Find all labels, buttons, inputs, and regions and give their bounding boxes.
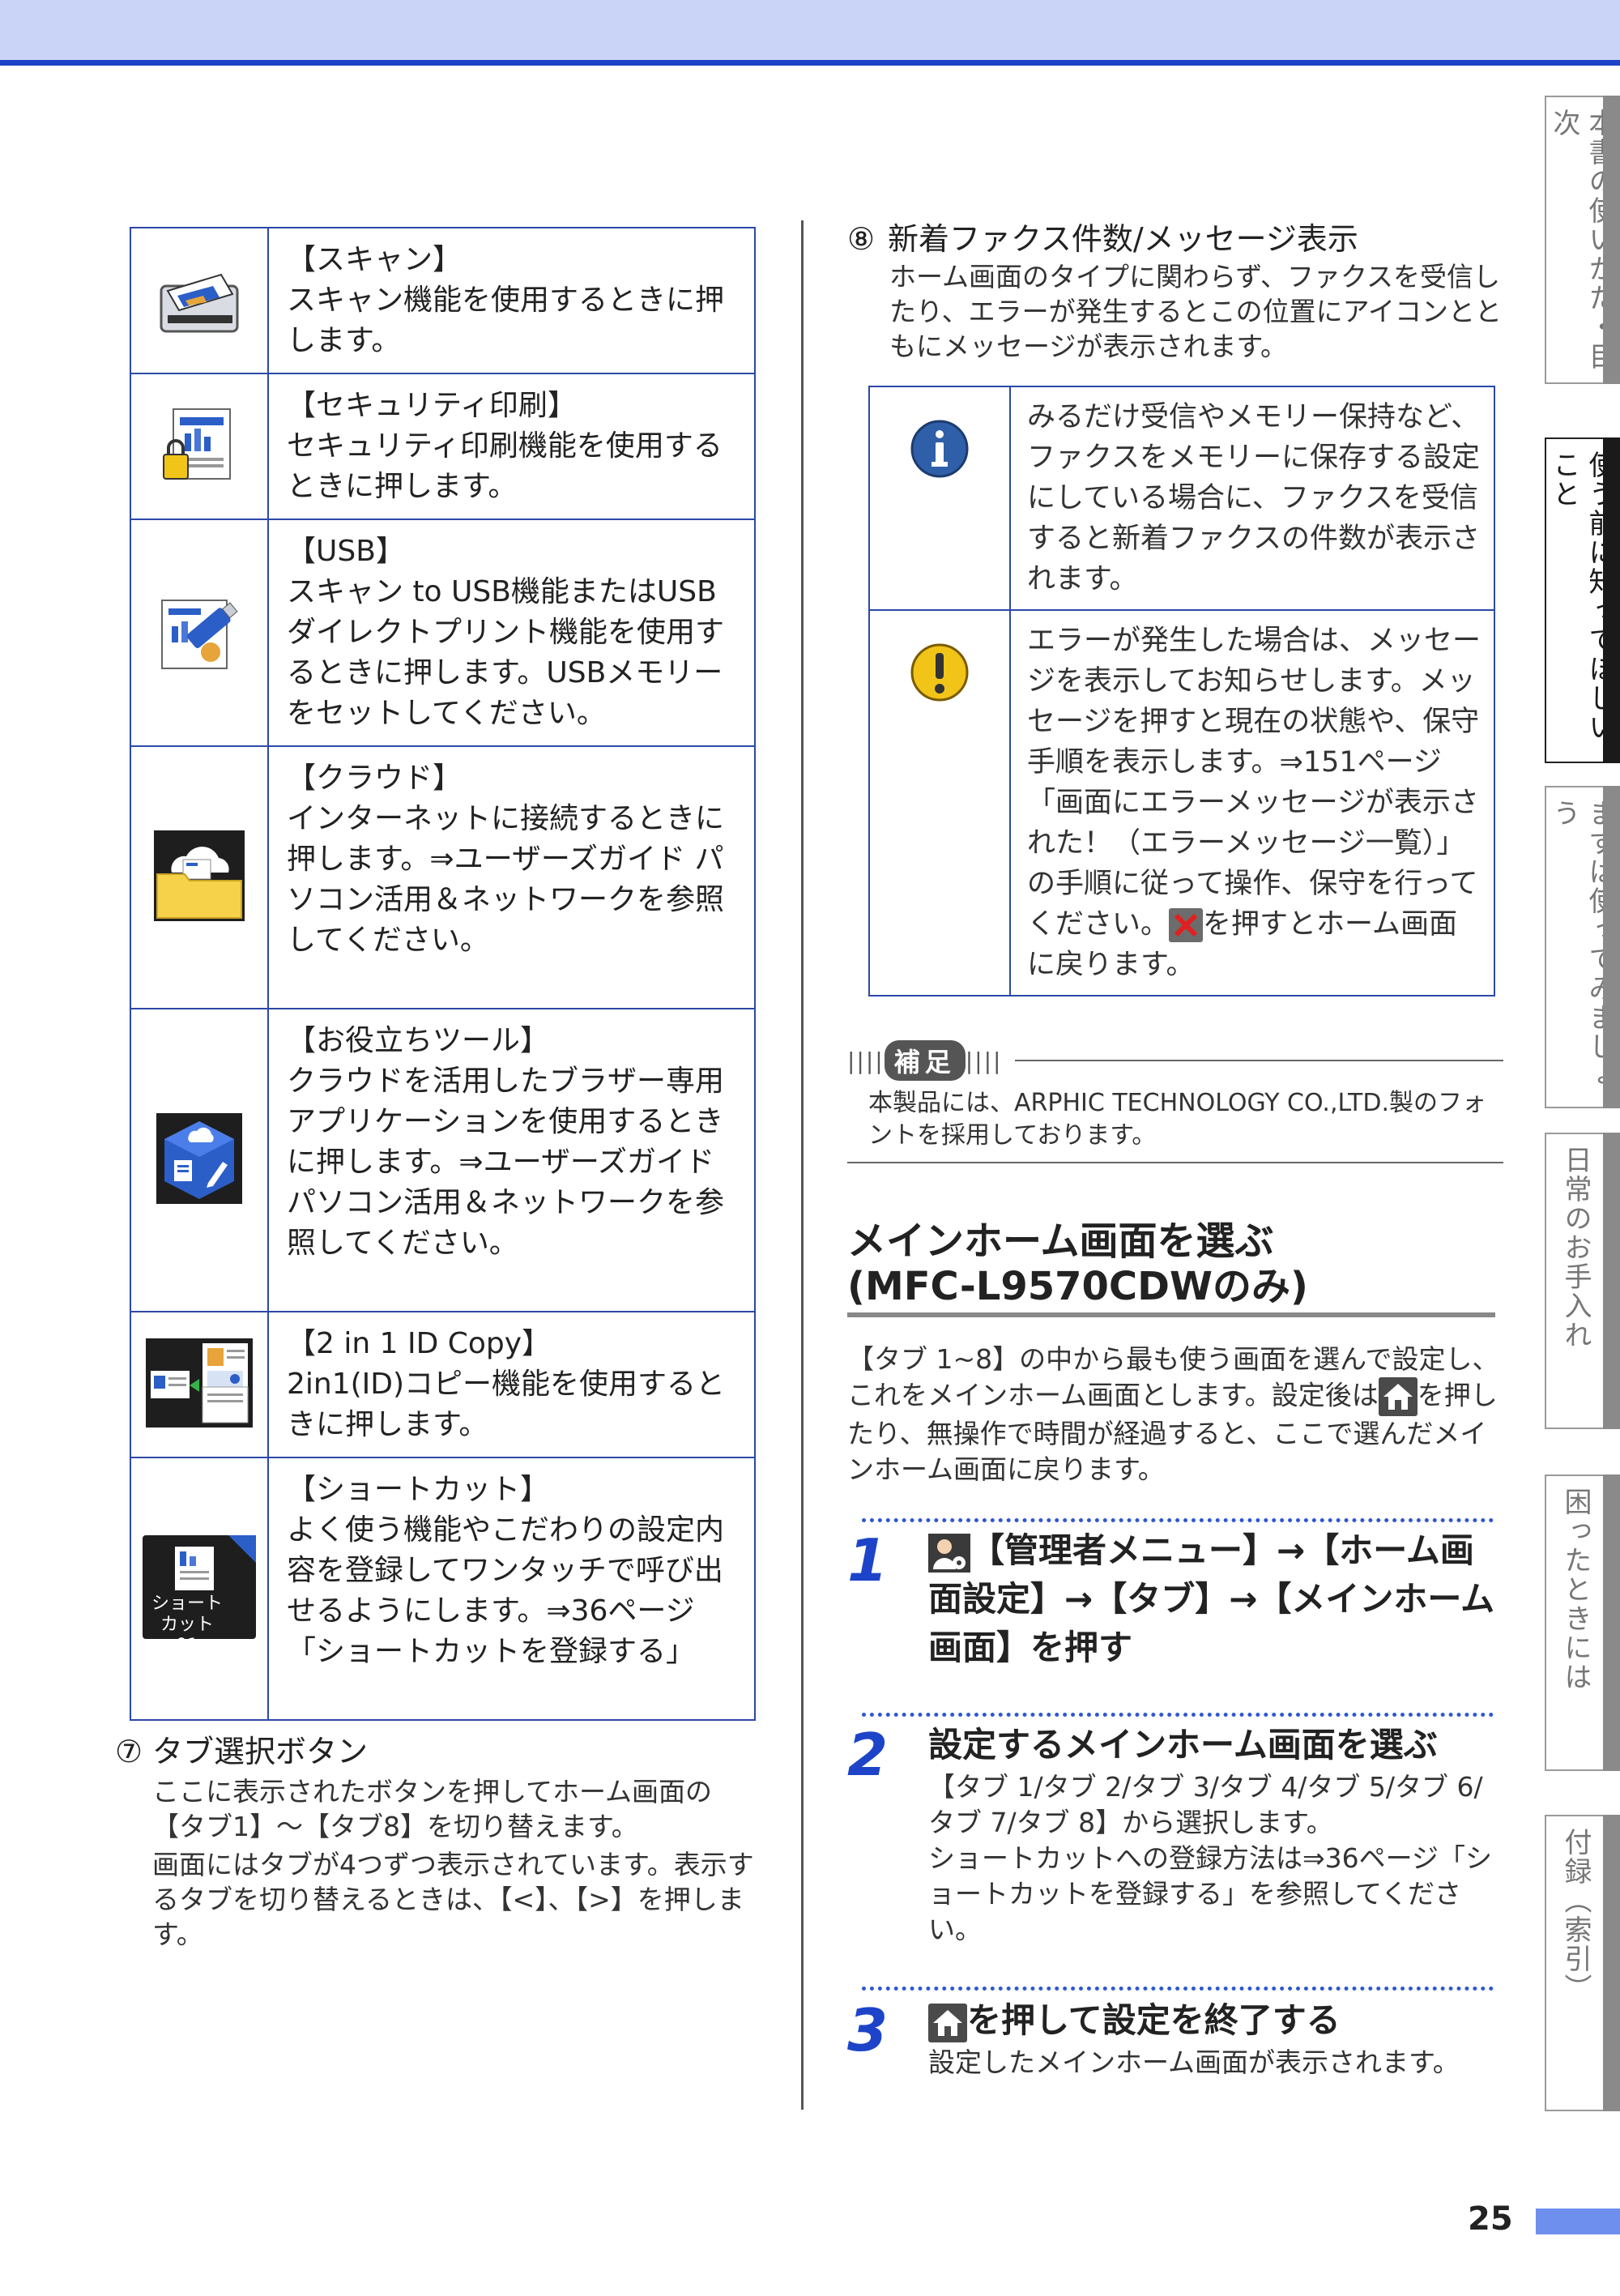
step-number: 2 [847,1721,889,1789]
id-copy-icon [146,1338,253,1428]
home-icon [928,2003,967,2042]
info-desc: みるだけ受信やメモリー保持など、ファクスをメモリーに保存する設定にしている場合に… [1009,386,1495,611]
side-tab-maintenance[interactable]: 日常のお手入れ [1545,1133,1620,1429]
page-number: 25 [1468,2200,1513,2238]
side-tab-contents[interactable]: 本書の使いかた・目次 [1545,96,1620,384]
item-7-title: タブ選択ボタン [152,1734,369,1769]
admin-settings-icon [928,1533,970,1573]
page-number-bar [1536,2209,1620,2234]
step-2-body-2: ショートカットへの登録方法は⇒36ページ「ショートカットを登録する」を参照してく… [928,1842,1492,1945]
section-title: メインホーム画面を選ぶ (MFC-L9570CDWのみ) [847,1218,1495,1309]
step-2: 2 設定するメインホーム画面を選ぶ 【タブ 1/タブ 2/タブ 3/タブ 4/タ… [847,1721,1503,1948]
warning-icon [910,643,969,702]
note-label: 補足 [884,1040,966,1081]
table-row: 【お役立ちツール】 クラウドを活用したブラザー専用アプリケーションを使用するとき… [130,1008,756,1312]
step-3-body: 設定したメインホーム画面が表示されます。 [928,2046,1460,2078]
item-7-para-2: 画面にはタブが4つずつ表示されています。表示するタブを切り替えるときは、【<】、… [152,1849,754,1950]
secure-print-title: 【セキュリティ印刷】 [287,389,577,422]
id-copy-desc: 2in1(ID)コピー機能を使用するときに押します。 [287,1368,726,1441]
table-row: 【USB】 スキャン to USB機能またはUSBダイレクトプリント機能を使用す… [130,519,756,747]
cloud-folder-icon [154,830,245,921]
scan-desc: スキャン機能を使用するときに押します。 [287,284,725,357]
step-1-heading: 【管理者メニュー】→【ホーム画面設定】→【タブ】→【メインホーム画面】を押す [928,1530,1495,1667]
scanner-icon [160,273,239,333]
section-intro: 【タブ 1~8】の中から最も使う画面を選んで設定し、これをメインホーム画面としま… [847,1342,1503,1487]
step-divider [862,1518,1494,1522]
table-row: 【クラウド】 インターネットに接続するときに押します。⇒ユーザーズガイド パソコ… [130,745,756,1009]
section-title-line-1: メインホーム画面を選ぶ [847,1218,1274,1264]
close-x-icon [1169,908,1204,942]
step-2-body-1: 【タブ 1/タブ 2/タブ 3/タブ 4/タブ 5/タブ 6/タブ 7/タブ 8… [928,1771,1483,1838]
cloud-title: 【クラウド】 [287,762,463,795]
side-tab-try-it[interactable]: まずは使ってみましょう [1545,786,1620,1108]
usb-icon [161,600,238,669]
id-copy-title: 【2 in 1 ID Copy】 [287,1327,552,1360]
shortcut-icon: ショートカット01 [143,1535,256,1656]
step-1: 1 【管理者メニュー】→【ホーム画面設定】→【タブ】→【メインホーム画面】を押す [847,1526,1503,1672]
supplement-note: |||| 補足 |||| 本製品には、ARPHIC TECHNOLOGY CO.… [847,1040,1503,1163]
item-8-title: 新着ファクス件数/メッセージ表示 [888,221,1358,257]
table-row: 【2 in 1 ID Copy】 2in1(ID)コピー機能を使用するときに押し… [130,1311,756,1458]
note-bars-icon: |||| [965,1047,1003,1074]
note-bars-icon: |||| [847,1047,885,1074]
item-8-para: ホーム画面のタイプに関わらず、ファクスを受信したり、エラーが発生するとこの位置に… [889,261,1503,362]
step-number: 3 [847,1996,889,2064]
home-icons-table: 【スキャン】 スキャン機能を使用するときに押します。 【セキュリティ印刷】 セキ… [130,227,756,1721]
item-7-heading: ⑦ タブ選択ボタン [115,1732,763,1771]
note-text: 本製品には、ARPHIC TECHNOLOGY CO.,LTD.製のフォントを採… [868,1089,1487,1150]
step-divider [862,1713,1494,1717]
step-2-heading: 設定するメインホーム画面を選ぶ [928,1725,1438,1765]
message-icons-table: みるだけ受信やメモリー保持など、ファクスをメモリーに保存する設定にしている場合に… [868,386,1495,996]
info-icon [910,420,969,478]
step-number: 1 [847,1526,889,1594]
item-8-heading: ⑧ 新着ファクス件数/メッセージ表示 [847,219,1503,259]
note-rule [1015,1060,1503,1061]
column-divider [801,220,804,2110]
shortcut-corner-icon [228,1535,256,1563]
table-row: 【セキュリティ印刷】 セキュリティ印刷機能を使用するときに押します。 [130,373,756,520]
header-band [0,0,1620,60]
section-title-line-2: (MFC-L9570CDWのみ) [847,1264,1308,1309]
side-tab-troubleshooting[interactable]: 困ったときには [1545,1474,1620,1771]
shortcut-desc: よく使う機能やこだわりの設定内容を登録してワンタッチで呼び出せるようにします。⇒… [287,1513,725,1668]
secure-print-icon [163,408,231,480]
table-row: みるだけ受信やメモリー保持など、ファクスをメモリーに保存する設定にしている場合に… [868,386,1495,611]
item-8: ⑧ 新着ファクス件数/メッセージ表示 ホーム画面のタイプに関わらず、ファクスを受信… [847,219,1503,364]
item-7: ⑦ タブ選択ボタン ここに表示されたボタンを押してホーム画面の【タブ1】～【タブ8… [115,1732,763,1952]
side-tab-before-use[interactable]: 使う前に知ってほしいこと [1545,437,1620,763]
secure-print-desc: セキュリティ印刷機能を使用するときに押します。 [287,429,723,503]
table-row: 【スキャン】 スキャン機能を使用するときに押します。 [130,227,756,374]
shortcut-title: 【ショートカット】 [287,1473,550,1506]
item-7-number: ⑦ [115,1734,143,1769]
scan-title: 【スキャン】 [287,243,463,276]
apps-cube-icon [156,1113,242,1204]
step-3-heading: を押して設定を終了する [967,2000,1341,2040]
side-tab-appendix[interactable]: 付録（索引） [1545,1815,1620,2111]
header-rule [0,60,1620,66]
step-3: 3 を押して設定を終了する 設定したメインホーム画面が表示されます。 [847,1996,1503,2080]
home-icon [1378,1377,1418,1416]
warning-desc: エラーが発生した場合は、メッセージを表示してお知らせします。メッセージを押すと現… [1027,625,1481,941]
shortcut-icon-label: ショートカット01 [151,1594,223,1656]
cloud-desc: インターネットに接続するときに押します。⇒ユーザーズガイド パソコン活用＆ネット… [287,802,725,957]
usb-title: 【USB】 [287,535,405,568]
table-row: エラーが発生した場合は、メッセージを表示してお知らせします。メッセージを押すと現… [868,609,1495,996]
section-rule [847,1312,1495,1317]
tools-title: 【お役立ちツール】 [287,1024,550,1057]
step-divider [862,1987,1494,1991]
note-underline [847,1162,1503,1163]
tools-desc: クラウドを活用したブラザー専用アプリケーションを使用するときに押します。⇒ユーザ… [287,1065,725,1260]
usb-desc: スキャン to USB機能またはUSBダイレクトプリント機能を使用するときに押し… [287,575,725,730]
table-row: ショートカット01 【ショートカット】 よく使う機能やこだわりの設定内容を登録し… [130,1457,756,1721]
item-7-para-1: ここに表示されたボタンを押してホーム画面の【タブ1】～【タブ8】を切り替えます。 [152,1776,713,1842]
item-8-number: ⑧ [847,221,876,257]
